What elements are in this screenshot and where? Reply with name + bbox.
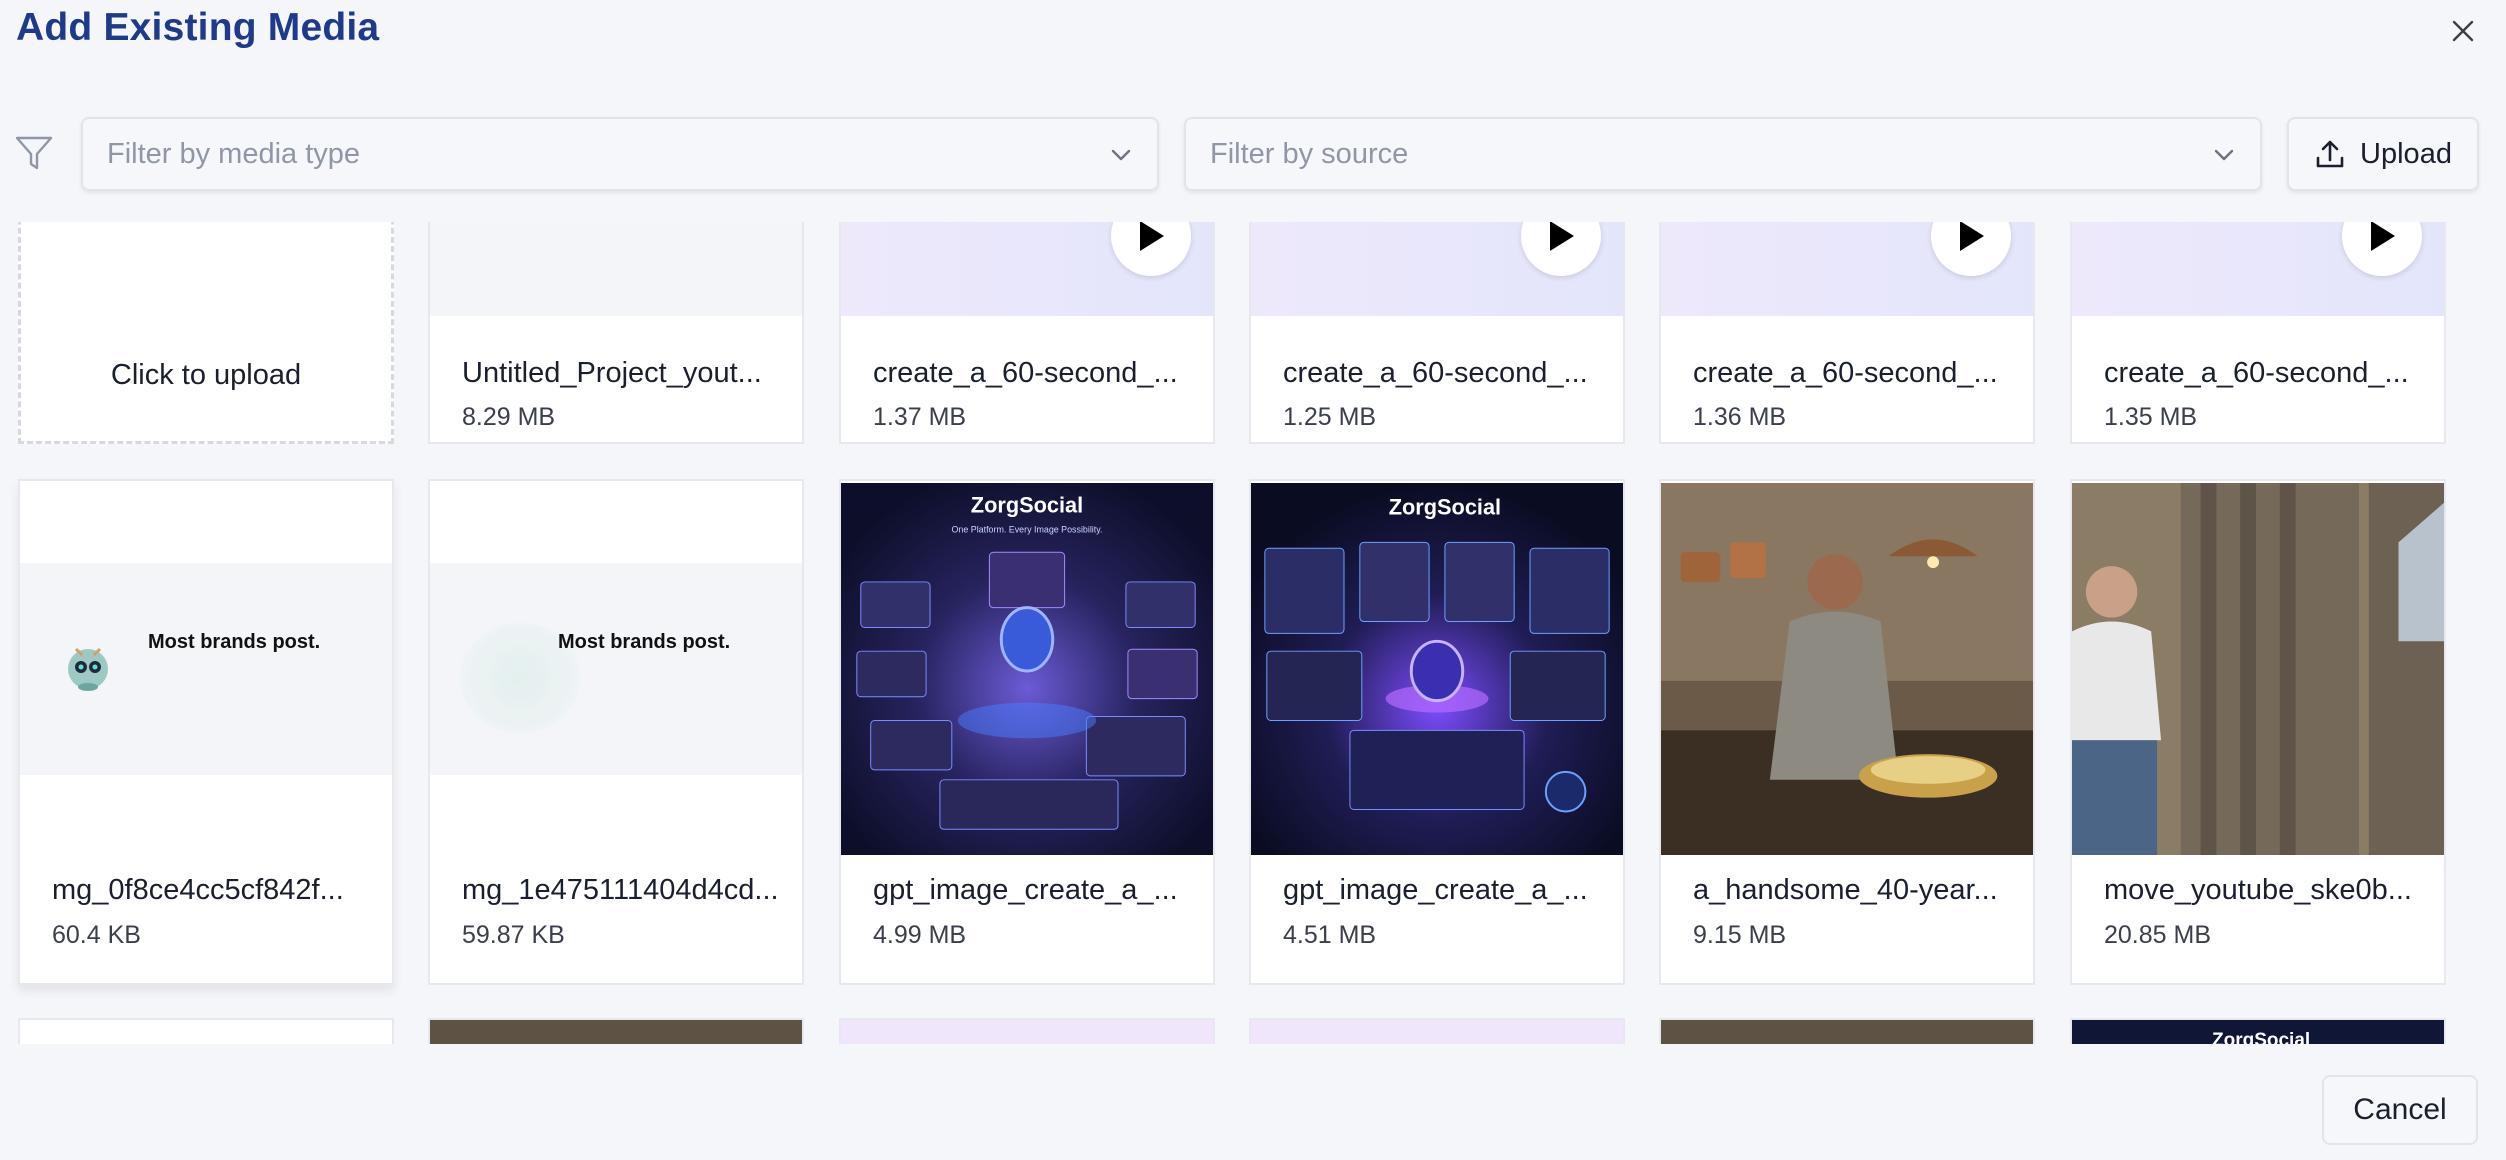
media-card[interactable] bbox=[1249, 1018, 1625, 1044]
media-type-filter-select[interactable]: Filter by media type bbox=[81, 117, 1159, 191]
media-thumbnail: Most brands post. bbox=[430, 563, 802, 775]
thumbnail-text: Most brands post. bbox=[148, 631, 321, 653]
play-icon bbox=[2371, 222, 2395, 251]
media-name: create_a_60-second_... bbox=[873, 357, 1178, 389]
media-thumbnail bbox=[2072, 483, 2444, 855]
media-name: mg_0f8ce4cc5cf842f... bbox=[52, 874, 344, 906]
close-icon bbox=[2452, 20, 2474, 42]
play-icon bbox=[1550, 222, 1574, 251]
media-card[interactable]: Most brands post. mg_0f8ce4cc5cf842f... … bbox=[18, 479, 394, 985]
brand-logo-text: ZorgSocial bbox=[1389, 495, 1501, 520]
upload-button[interactable]: Upload bbox=[2287, 117, 2479, 191]
media-thumbnail: ZorgSocial One Platform. Every Image Pos… bbox=[841, 483, 1213, 855]
media-card[interactable] bbox=[839, 1018, 1215, 1044]
media-card[interactable]: create_a_60-second_... 1.37 MB bbox=[839, 222, 1215, 444]
media-size: 1.37 MB bbox=[873, 403, 967, 431]
media-thumbnail: ZorgSocial bbox=[1251, 483, 1623, 855]
media-size: 9.15 MB bbox=[1693, 921, 1787, 949]
media-size: 1.36 MB bbox=[1693, 403, 1787, 431]
media-card[interactable]: create_a_60-second_... 1.35 MB bbox=[2070, 222, 2446, 444]
close-button[interactable] bbox=[2446, 14, 2480, 48]
media-size: 20.85 MB bbox=[2104, 921, 2212, 949]
chevron-down-icon bbox=[2214, 149, 2234, 161]
media-size: 4.99 MB bbox=[873, 921, 967, 949]
media-card[interactable] bbox=[428, 1018, 804, 1044]
source-filter-placeholder: Filter by source bbox=[1210, 137, 1409, 170]
media-card[interactable]: ZorgSocial gpt_image_create_a_... 4.51 M… bbox=[1249, 479, 1625, 985]
media-card[interactable] bbox=[1659, 1018, 2035, 1044]
add-existing-media-dialog: Add Existing Media Filter by media type … bbox=[0, 0, 2506, 1160]
dialog-title: Add Existing Media bbox=[16, 6, 380, 49]
media-card[interactable]: Untitled_Project_yout... 8.29 MB bbox=[428, 222, 804, 444]
media-size: 8.29 MB bbox=[462, 403, 556, 431]
media-name: mg_1e475111404d4cd... bbox=[462, 874, 779, 906]
upload-tile[interactable]: Click to upload bbox=[18, 222, 394, 444]
media-card[interactable]: move_youtube_ske0b... 20.85 MB bbox=[2070, 479, 2446, 985]
media-size: 1.35 MB bbox=[2104, 403, 2198, 431]
filter-icon bbox=[15, 136, 53, 170]
media-name: gpt_image_create_a_... bbox=[873, 874, 1178, 906]
media-name: a_handsome_40-year... bbox=[1693, 874, 1998, 906]
media-size: 4.51 MB bbox=[1283, 921, 1377, 949]
media-type-filter-placeholder: Filter by media type bbox=[107, 137, 361, 170]
chevron-down-icon bbox=[1111, 149, 1131, 161]
media-card[interactable]: ZorgSocial One Platform. Every Image Pos… bbox=[839, 479, 1215, 985]
robot-mascot-icon bbox=[68, 647, 108, 691]
brand-logo-text: ZorgSocial bbox=[971, 493, 1083, 518]
media-card[interactable]: create_a_60-second_... 1.36 MB bbox=[1659, 222, 2035, 444]
media-thumbnail bbox=[1661, 483, 2033, 855]
media-name: Untitled_Project_yout... bbox=[462, 357, 762, 389]
media-card[interactable]: Most brands post. mg_1e475111404d4cd... … bbox=[428, 479, 804, 985]
media-thumbnail bbox=[430, 222, 802, 316]
media-name: move_youtube_ske0b... bbox=[2104, 874, 2412, 906]
upload-tile-label: Click to upload bbox=[110, 359, 302, 391]
media-card[interactable]: create_a_60-second_... 1.25 MB bbox=[1249, 222, 1625, 444]
thumbnail-text: Most brands post. bbox=[558, 631, 731, 653]
media-card[interactable] bbox=[18, 1018, 394, 1044]
media-name: create_a_60-second_... bbox=[2104, 357, 2409, 389]
media-name: create_a_60-second_... bbox=[1693, 357, 1998, 389]
source-filter-select[interactable]: Filter by source bbox=[1184, 117, 2262, 191]
media-thumbnail: Most brands post. bbox=[20, 563, 392, 775]
media-card[interactable]: ZorgSocial bbox=[2070, 1018, 2446, 1044]
play-icon bbox=[1960, 222, 1984, 251]
media-name: create_a_60-second_... bbox=[1283, 357, 1588, 389]
thumbnail-subtitle: One Platform. Every Image Possibility. bbox=[951, 524, 1102, 534]
play-icon bbox=[1140, 222, 1164, 251]
upload-icon bbox=[2316, 140, 2344, 168]
upload-button-label: Upload bbox=[2360, 137, 2452, 170]
media-grid: Click to upload Untitled_Project_yout...… bbox=[0, 222, 2506, 1044]
media-size: 1.25 MB bbox=[1283, 403, 1377, 431]
media-size: 59.87 KB bbox=[462, 921, 565, 949]
media-size: 60.4 KB bbox=[52, 921, 141, 949]
cancel-button[interactable]: Cancel bbox=[2322, 1075, 2478, 1145]
media-name: gpt_image_create_a_... bbox=[1283, 874, 1588, 906]
brand-logo-text: ZorgSocial bbox=[2212, 1030, 2311, 1044]
media-card[interactable]: a_handsome_40-year... 9.15 MB bbox=[1659, 479, 2035, 985]
